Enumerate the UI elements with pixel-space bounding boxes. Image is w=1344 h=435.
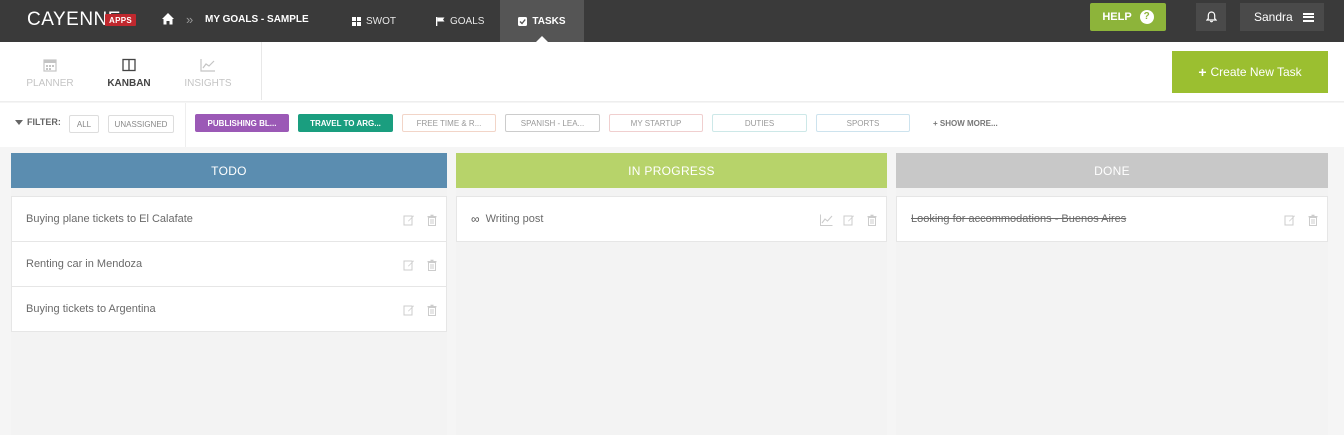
card-list-done: Looking for accommodations - Buenos Aire…	[896, 196, 1328, 242]
question-icon: ?	[1139, 10, 1154, 24]
columns-icon	[122, 58, 136, 72]
filter-bar: FILTER: ALL UNASSIGNED PUBLISHING BL... …	[0, 103, 1344, 147]
column-header-todo: TODO	[11, 153, 447, 188]
grid-icon	[352, 16, 361, 26]
card-actions	[392, 304, 438, 316]
nav-swot-label: SWOT	[366, 15, 396, 27]
tag-filter-spanish[interactable]: SPANISH - LEA...	[505, 114, 600, 132]
trash-icon[interactable]	[426, 304, 438, 316]
edit-icon[interactable]	[1284, 214, 1296, 226]
logo-badge: APPS	[105, 14, 136, 26]
task-card[interactable]: Buying plane tickets to El Calafate	[11, 196, 447, 242]
tag-filter-free-time[interactable]: FREE TIME & R...	[402, 114, 496, 132]
nav-goals-label: GOALS	[450, 15, 485, 27]
task-title: Writing post	[485, 213, 544, 225]
tag-filter-travel[interactable]: TRAVEL TO ARG...	[298, 114, 393, 132]
card-list-in-progress: ∞ Writing post	[456, 196, 887, 242]
tag-filter-sports[interactable]: SPORTS	[816, 114, 910, 132]
task-card[interactable]: Looking for accommodations - Buenos Aire…	[896, 196, 1328, 242]
column-header-in-progress: IN PROGRESS	[456, 153, 887, 188]
hamburger-icon	[1302, 12, 1314, 22]
column-todo: TODO Buying plane tickets to El Calafate…	[11, 153, 447, 435]
card-actions	[809, 214, 878, 226]
task-title: Looking for accommodations - Buenos Aire…	[911, 213, 1127, 225]
edit-icon[interactable]	[403, 304, 415, 316]
flag-icon	[436, 16, 445, 26]
column-header-done: DONE	[896, 153, 1328, 188]
filter-label-text: FILTER:	[27, 117, 61, 127]
help-label: HELP	[1102, 11, 1132, 23]
subnav-planner[interactable]: PLANNER	[15, 56, 85, 89]
subnav-insights-label: INSIGHTS	[184, 78, 232, 89]
user-menu-button[interactable]: Sandra	[1240, 3, 1324, 31]
column-done: DONE Looking for accommodations - Buenos…	[896, 153, 1328, 435]
breadcrumb-title[interactable]: MY GOALS - SAMPLE	[205, 14, 309, 25]
create-task-label: Create New Task	[1210, 65, 1302, 79]
card-actions	[392, 259, 438, 271]
home-icon[interactable]	[161, 12, 175, 26]
view-switcher: PLANNER KANBAN INSIGHTS + Create New Tas…	[0, 42, 1344, 102]
filter-label: FILTER:	[15, 117, 61, 127]
trash-icon[interactable]	[426, 214, 438, 226]
breadcrumb-separator: »	[186, 12, 194, 27]
trash-icon[interactable]	[866, 214, 878, 226]
trash-icon[interactable]	[1307, 214, 1319, 226]
user-name: Sandra	[1254, 10, 1293, 24]
filter-unassigned-button[interactable]: UNASSIGNED	[108, 115, 174, 133]
task-card[interactable]: Renting car in Mendoza	[11, 241, 447, 287]
bell-icon	[1205, 11, 1217, 23]
calendar-icon	[43, 59, 57, 72]
task-title: Buying plane tickets to El Calafate	[26, 213, 193, 225]
subnav-kanban[interactable]: KANBAN	[94, 56, 164, 89]
nav-goals[interactable]: GOALS	[436, 0, 484, 42]
edit-icon[interactable]	[843, 214, 855, 226]
nav-tasks-label: TASKS	[532, 15, 566, 27]
subnav-planner-label: PLANNER	[26, 78, 74, 89]
subnav-kanban-label: KANBAN	[107, 78, 151, 89]
nav-swot[interactable]: SWOT	[352, 0, 396, 42]
filter-icon	[15, 119, 23, 125]
create-task-button[interactable]: + Create New Task	[1172, 51, 1328, 93]
top-bar: CAYENNE APPS » MY GOALS - SAMPLE SWOT GO…	[0, 0, 1344, 42]
edit-icon[interactable]	[403, 214, 415, 226]
task-title: Buying tickets to Argentina	[26, 303, 156, 315]
card-actions	[392, 214, 438, 226]
notifications-button[interactable]	[1196, 3, 1226, 31]
checkbox-icon	[518, 16, 528, 26]
help-button[interactable]: HELP ?	[1090, 3, 1166, 31]
card-actions	[1273, 214, 1319, 226]
task-card[interactable]: ∞ Writing post	[456, 196, 887, 242]
recurring-icon: ∞	[471, 212, 480, 226]
tag-filter-publishing[interactable]: PUBLISHING BL...	[195, 114, 289, 132]
tag-filter-duties[interactable]: DUTIES	[712, 114, 807, 132]
task-card[interactable]: Buying tickets to Argentina	[11, 286, 447, 332]
subnav-insights[interactable]: INSIGHTS	[173, 56, 243, 89]
card-list-todo: Buying plane tickets to El Calafate Rent…	[11, 196, 447, 332]
chart-line-icon	[200, 59, 215, 72]
filter-divider	[185, 103, 186, 147]
filter-all-button[interactable]: ALL	[69, 115, 99, 133]
column-in-progress: IN PROGRESS ∞ Writing post	[456, 153, 887, 435]
chart-line-icon[interactable]	[820, 214, 833, 226]
subnav-divider	[261, 42, 262, 100]
trash-icon[interactable]	[426, 259, 438, 271]
edit-icon[interactable]	[403, 259, 415, 271]
task-title: Renting car in Mendoza	[26, 258, 143, 270]
plus-icon: +	[1198, 64, 1207, 80]
tag-filter-startup[interactable]: MY STARTUP	[609, 114, 703, 132]
show-more-link[interactable]: + SHOW MORE...	[933, 119, 998, 128]
nav-tasks[interactable]: TASKS	[500, 0, 584, 42]
